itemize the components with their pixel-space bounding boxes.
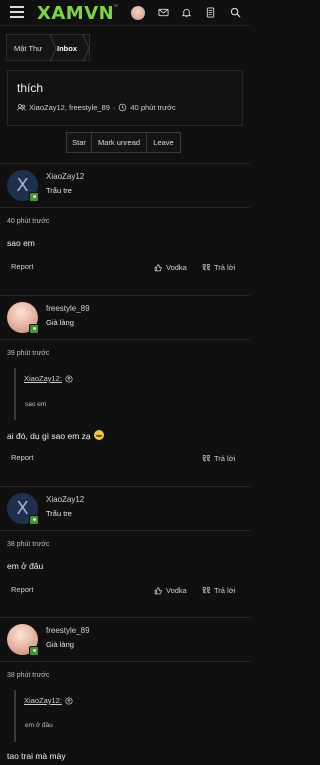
document-icon[interactable]: [205, 7, 216, 18]
quote-author[interactable]: XiaoZay12:: [24, 374, 73, 383]
reply-button[interactable]: Trả lời: [202, 263, 235, 272]
message: freestyle_89 Già làng 38 phút trước Xiao…: [0, 617, 250, 765]
user-rank: Già làng: [46, 640, 74, 649]
reply-label: Trả lời: [214, 586, 236, 595]
online-indicator: [29, 192, 39, 202]
message-username[interactable]: XiaoZay12: [46, 495, 84, 504]
message-time[interactable]: 39 phút trước: [7, 350, 49, 357]
message-username[interactable]: freestyle_89: [46, 304, 90, 313]
arrow-up-circle-icon[interactable]: [65, 374, 73, 383]
message-header: X XiaoZay12 Trẩu tre: [0, 487, 250, 531]
report-button[interactable]: Report: [11, 262, 34, 271]
mark-unread-button[interactable]: Mark unread: [92, 132, 147, 153]
thread-participants[interactable]: XiaoZay12, freestyle_89: [29, 103, 110, 112]
like-label: Vodka: [166, 586, 187, 595]
report-button[interactable]: Report: [11, 453, 34, 462]
leave-button[interactable]: Leave: [147, 132, 181, 153]
online-indicator: [29, 515, 39, 525]
quote-text: sao em: [25, 401, 47, 408]
message-header: X XiaoZay12 Trẩu tre: [0, 164, 250, 208]
meta-separator: ·: [112, 103, 116, 112]
quote-icon: [202, 587, 210, 594]
chevron-right-icon: [49, 35, 57, 62]
search-icon[interactable]: [230, 7, 241, 18]
message-username[interactable]: freestyle_89: [46, 626, 90, 635]
message-time[interactable]: 40 phút trước: [7, 218, 49, 225]
thumbs-up-icon: [154, 263, 163, 272]
quote-author[interactable]: XiaoZay12:: [24, 696, 73, 705]
quote-block: XiaoZay12: sao em: [14, 368, 240, 420]
star-button[interactable]: Star: [66, 132, 92, 153]
arrow-up-circle-icon[interactable]: [65, 696, 73, 705]
user-avatar[interactable]: [131, 6, 145, 20]
mail-icon[interactable]: [158, 7, 169, 18]
breadcrumb: Mật Thư Inbox: [6, 34, 90, 62]
reply-button[interactable]: Trả lời: [202, 454, 235, 463]
thread-title: thích: [17, 81, 44, 95]
like-button[interactable]: Vodka: [154, 586, 187, 595]
grin-emoji-icon: [94, 430, 105, 440]
message-header: freestyle_89 Già làng: [0, 618, 250, 662]
message-username[interactable]: XiaoZay12: [46, 172, 84, 181]
thread-time: 40 phút trước: [130, 103, 176, 112]
reply-button[interactable]: Trả lời: [202, 586, 235, 595]
reply-label: Trả lời: [214, 454, 236, 463]
message-time[interactable]: 38 phút trước: [7, 541, 49, 548]
message-text: tao trai mà mày: [7, 751, 66, 761]
message-text: ai đó, dụ gì sao em zạ: [7, 430, 105, 441]
message-text-content: ai đó, dụ gì sao em zạ: [7, 431, 91, 441]
top-bar: XAMVN ™: [0, 0, 250, 26]
thread-actions: Star Mark unread Leave: [66, 132, 181, 153]
site-logo[interactable]: XAMVN: [37, 3, 114, 24]
message: freestyle_89 Già làng 39 phút trước Xiao…: [0, 295, 250, 480]
logo-trademark: ™: [113, 4, 118, 10]
like-label: Vodka: [166, 263, 187, 272]
thumbs-up-icon: [154, 586, 163, 595]
bell-icon[interactable]: [181, 7, 192, 18]
online-indicator: [29, 324, 39, 334]
thread-meta: XiaoZay12, freestyle_89 · 40 phút trước: [17, 103, 176, 112]
quote-text: em ở đâu: [25, 722, 53, 729]
like-button[interactable]: Vodka: [154, 263, 187, 272]
users-icon: [17, 104, 26, 111]
quote-author-name[interactable]: XiaoZay12:: [24, 696, 62, 705]
message-text: em ở đâu: [7, 561, 44, 571]
online-indicator: [29, 646, 39, 656]
user-rank: Già làng: [46, 318, 74, 327]
quote-block: XiaoZay12: em ở đâu: [14, 690, 240, 742]
clock-icon: [119, 103, 127, 112]
user-rank: Trẩu tre: [46, 186, 72, 195]
message-header: freestyle_89 Già làng: [0, 296, 250, 340]
message: X XiaoZay12 Trẩu tre 38 phút trước em ở …: [0, 486, 250, 610]
quote-icon: [202, 264, 210, 271]
breadcrumb-mat-thu[interactable]: Mật Thư: [14, 44, 42, 53]
message-text: sao em: [7, 238, 35, 248]
chevron-right-icon: [82, 35, 90, 62]
report-button[interactable]: Report: [11, 585, 34, 594]
thread-header: thích XiaoZay12, freestyle_89 · 40 phút …: [7, 70, 243, 126]
message: X XiaoZay12 Trẩu tre 40 phút trước sao e…: [0, 163, 250, 286]
user-rank: Trẩu tre: [46, 509, 72, 518]
breadcrumb-inbox[interactable]: Inbox: [57, 44, 77, 53]
quote-icon: [202, 455, 210, 462]
message-time[interactable]: 38 phút trước: [7, 672, 49, 679]
reply-label: Trả lời: [214, 263, 236, 272]
hamburger-icon[interactable]: [10, 6, 24, 19]
quote-author-name[interactable]: XiaoZay12:: [24, 374, 62, 383]
